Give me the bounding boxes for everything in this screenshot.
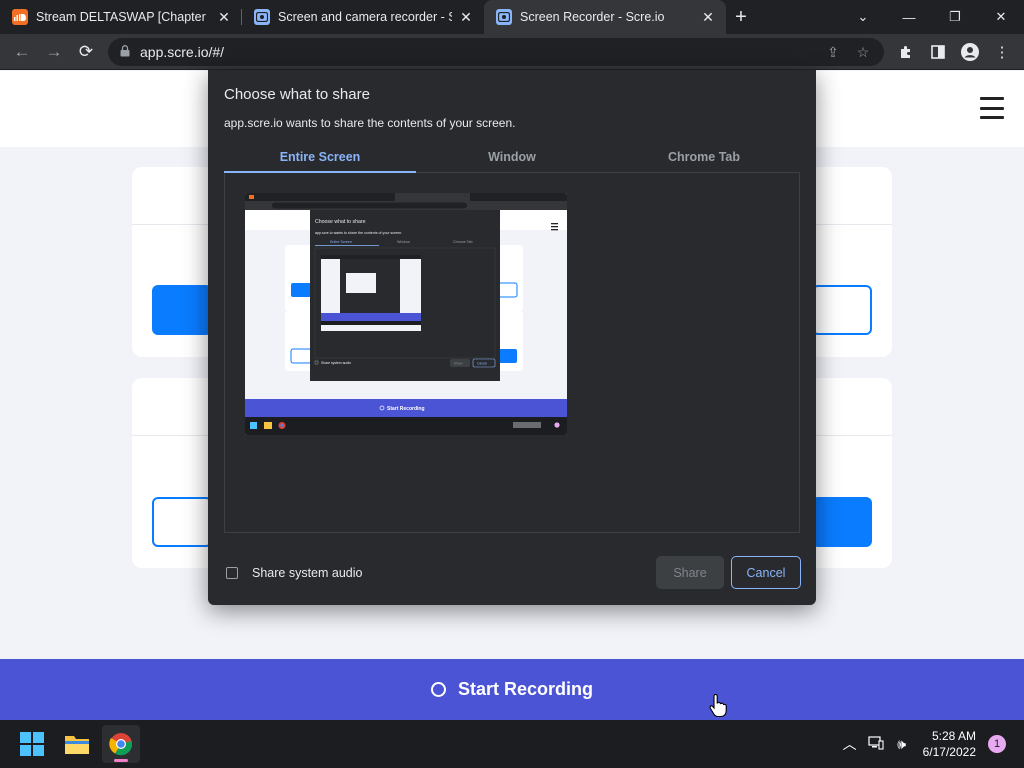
clock-time: 5:28 AM [931, 729, 976, 743]
thumb-audio-label: Share system audio [321, 361, 351, 365]
taskbar-clock[interactable]: 5:28 AM 6/17/2022 [923, 728, 976, 760]
window-controls: ⌄ — ❐ ✕ [840, 0, 1024, 34]
record-circle-icon [430, 682, 446, 697]
hand-cursor-icon [709, 694, 727, 718]
soundcloud-icon [12, 9, 28, 25]
record-option-button[interactable] [152, 285, 212, 335]
clock-date: 6/17/2022 [922, 745, 976, 759]
share-button[interactable]: Share [656, 556, 724, 589]
audio-checkbox[interactable] [226, 567, 238, 579]
tab-title: Screen Recorder - Scre.io [520, 10, 665, 24]
volume-icon[interactable]: 🕪 [889, 736, 915, 753]
dialog-title: Choose what to share [224, 86, 370, 103]
close-icon[interactable]: ✕ [700, 9, 716, 25]
thumb-cancel-label: Cancel [477, 362, 487, 366]
settings-option-button-outline[interactable] [152, 497, 212, 547]
new-tab-button[interactable]: + [726, 0, 756, 34]
network-icon[interactable] [863, 735, 889, 753]
browser-tab-screen-recorder-active[interactable]: Screen Recorder - Scre.io ✕ [484, 0, 726, 34]
screcio-icon [496, 9, 512, 25]
restore-icon[interactable]: ❐ [932, 0, 978, 34]
reload-icon[interactable]: ⟳ [70, 36, 102, 68]
bookmark-star-icon[interactable]: ☆ [848, 44, 878, 61]
thumb-share-label: Share [454, 362, 463, 366]
dialog-tabs: Entire Screen Window Chrome Tab [224, 146, 800, 173]
start-recording-label: Start Recording [457, 679, 594, 699]
dialog-subtitle: app.scre.io wants to share the contents … [224, 116, 516, 130]
record-option-button-outline[interactable] [812, 285, 872, 335]
chrome-taskbar-icon[interactable] [102, 725, 140, 763]
forward-arrow-icon[interactable]: → [38, 36, 70, 68]
lock-icon[interactable] [120, 44, 130, 60]
screcio-icon [254, 9, 270, 25]
browser-toolbar: ← → ⟳ app.scre.io/#/ ⇪ ☆ ⋮ [0, 34, 1024, 70]
hamburger-menu-icon[interactable] [980, 97, 1004, 119]
cancel-button[interactable]: Cancel [731, 556, 801, 589]
tab-entire-screen[interactable]: Entire Screen [224, 146, 416, 173]
thumb-tab-entire-screen: Entire Screen [330, 240, 352, 244]
share-page-icon[interactable]: ⇪ [818, 44, 848, 61]
settings-option-button[interactable] [812, 497, 872, 547]
source-picker-pane: Choose what to share app.scre.io wants t… [224, 173, 800, 533]
tab-title: Stream DELTASWAP [Chapter 1] - [36, 10, 210, 24]
browser-tab-soundcloud[interactable]: Stream DELTASWAP [Chapter 1] - ✕ [0, 0, 242, 34]
thumb-tab-window: Window [397, 240, 410, 244]
thumb-dialog-title: Choose what to share [315, 219, 366, 225]
more-menu-icon[interactable]: ⋮ [986, 36, 1018, 68]
tab-title: Screen and camera recorder - Sc [278, 10, 452, 24]
thumb-tab-chrome-tab: Chrome Tab [453, 240, 473, 244]
address-text: app.scre.io/#/ [140, 44, 225, 60]
close-icon[interactable]: ✕ [216, 9, 232, 25]
screen-preview-image: Choose what to share app.scre.io wants t… [245, 193, 567, 435]
browser-tab-strip: Stream DELTASWAP [Chapter 1] - ✕ Screen … [0, 0, 1024, 34]
active-app-indicator [114, 759, 128, 762]
chevron-up-icon[interactable]: ︿ [837, 734, 863, 754]
extensions-puzzle-icon[interactable] [890, 36, 922, 68]
close-window-icon[interactable]: ✕ [978, 0, 1024, 34]
side-panel-icon[interactable] [922, 36, 954, 68]
back-arrow-icon[interactable]: ← [6, 36, 38, 68]
tab-chrome-tab[interactable]: Chrome Tab [608, 146, 800, 172]
close-icon[interactable]: ✕ [458, 9, 474, 25]
thumb-start-recording-label: Start Recording [387, 406, 425, 412]
windows-start-icon[interactable] [13, 725, 51, 763]
thumb-dialog-subtitle: app.scre.io wants to share the contents … [315, 231, 402, 235]
notification-badge[interactable]: 1 [988, 735, 1006, 753]
share-audio-toggle[interactable]: Share system audio [226, 566, 362, 580]
audio-label: Share system audio [252, 566, 363, 580]
entire-screen-thumbnail[interactable]: Choose what to share app.scre.io wants t… [245, 193, 567, 435]
file-explorer-icon[interactable] [58, 725, 96, 763]
tab-search-icon[interactable]: ⌄ [840, 0, 886, 34]
address-bar[interactable]: app.scre.io/#/ ⇪ ☆ [108, 38, 884, 66]
start-recording-bar[interactable]: Start Recording [0, 659, 1024, 720]
windows-taskbar: ︿ 🕪 5:28 AM 6/17/2022 1 [0, 720, 1024, 768]
profile-avatar-icon[interactable] [954, 36, 986, 68]
tab-window[interactable]: Window [416, 146, 608, 172]
minimize-icon[interactable]: — [886, 0, 932, 34]
browser-tab-scre-recorder[interactable]: Screen and camera recorder - Sc ✕ [242, 0, 484, 34]
share-screen-dialog: Choose what to share app.scre.io wants t… [208, 70, 816, 605]
system-tray: ︿ 🕪 5:28 AM 6/17/2022 1 [837, 720, 1024, 768]
